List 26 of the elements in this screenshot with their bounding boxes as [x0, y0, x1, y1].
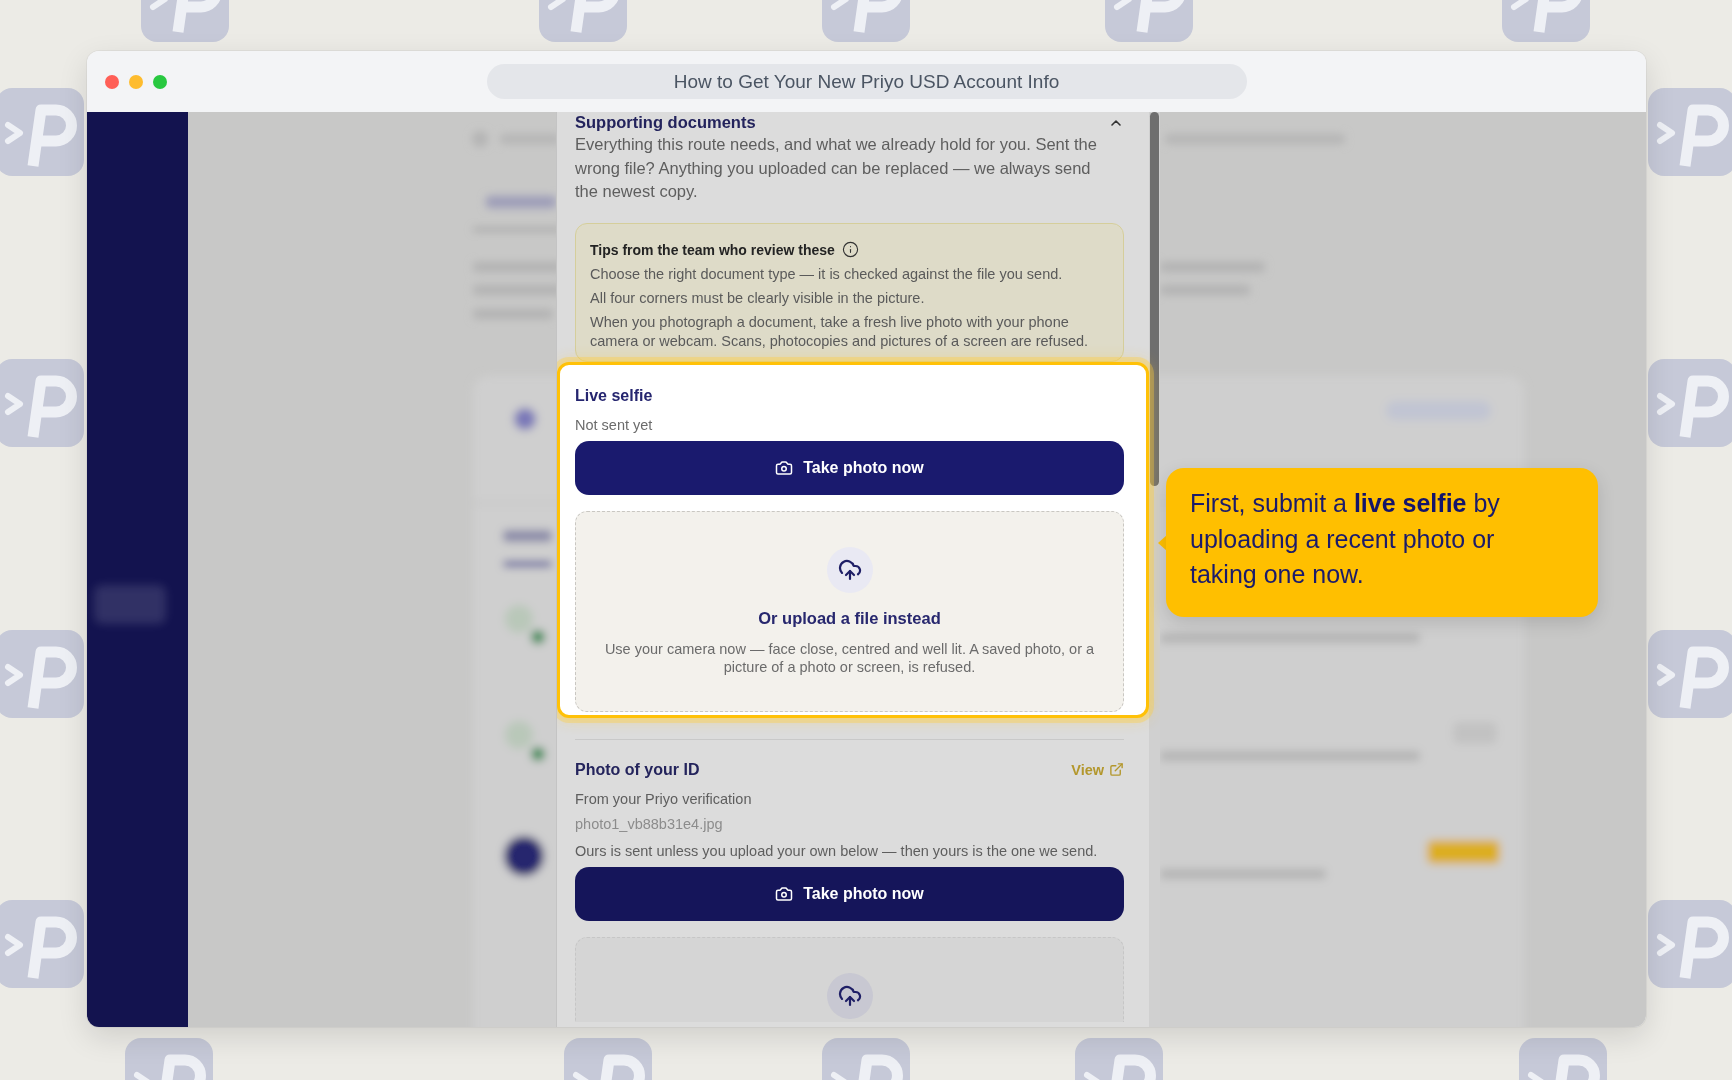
- take-photo-button[interactable]: Take photo now: [575, 866, 1124, 921]
- logo-tile-icon: [1648, 630, 1732, 718]
- maximize-button[interactable]: [153, 74, 167, 89]
- close-button[interactable]: [105, 74, 119, 89]
- logo-tile-icon: [1502, 0, 1590, 42]
- logo-tile-icon: [1648, 359, 1732, 447]
- sidebar-item: [94, 585, 166, 624]
- logo-tile-icon: [822, 1038, 910, 1080]
- logo-tile-icon: [822, 0, 910, 42]
- logo-tile-icon: [1519, 1038, 1607, 1080]
- logo-tile-icon: [539, 0, 627, 42]
- logo-tile-icon: [0, 88, 84, 176]
- logo-tile-icon: [1105, 0, 1193, 42]
- minimize-button[interactable]: [129, 74, 143, 89]
- logo-tile-icon: [0, 630, 84, 718]
- logo-tile-icon: [0, 900, 84, 988]
- window-title: How to Get Your New Priyo USD Account Info: [486, 64, 1247, 99]
- logo-tile-icon: [1075, 1038, 1163, 1080]
- logo-tile-icon: [141, 0, 229, 42]
- camera-icon: [775, 884, 794, 903]
- logo-tile-icon: [125, 1038, 213, 1080]
- logo-tile-icon: [1648, 900, 1732, 988]
- panel-title: Supporting documents: [575, 112, 756, 133]
- logo-tile-icon: [0, 359, 84, 447]
- logo-tile-icon: [564, 1038, 652, 1080]
- logo-tile-icon: [1648, 88, 1732, 176]
